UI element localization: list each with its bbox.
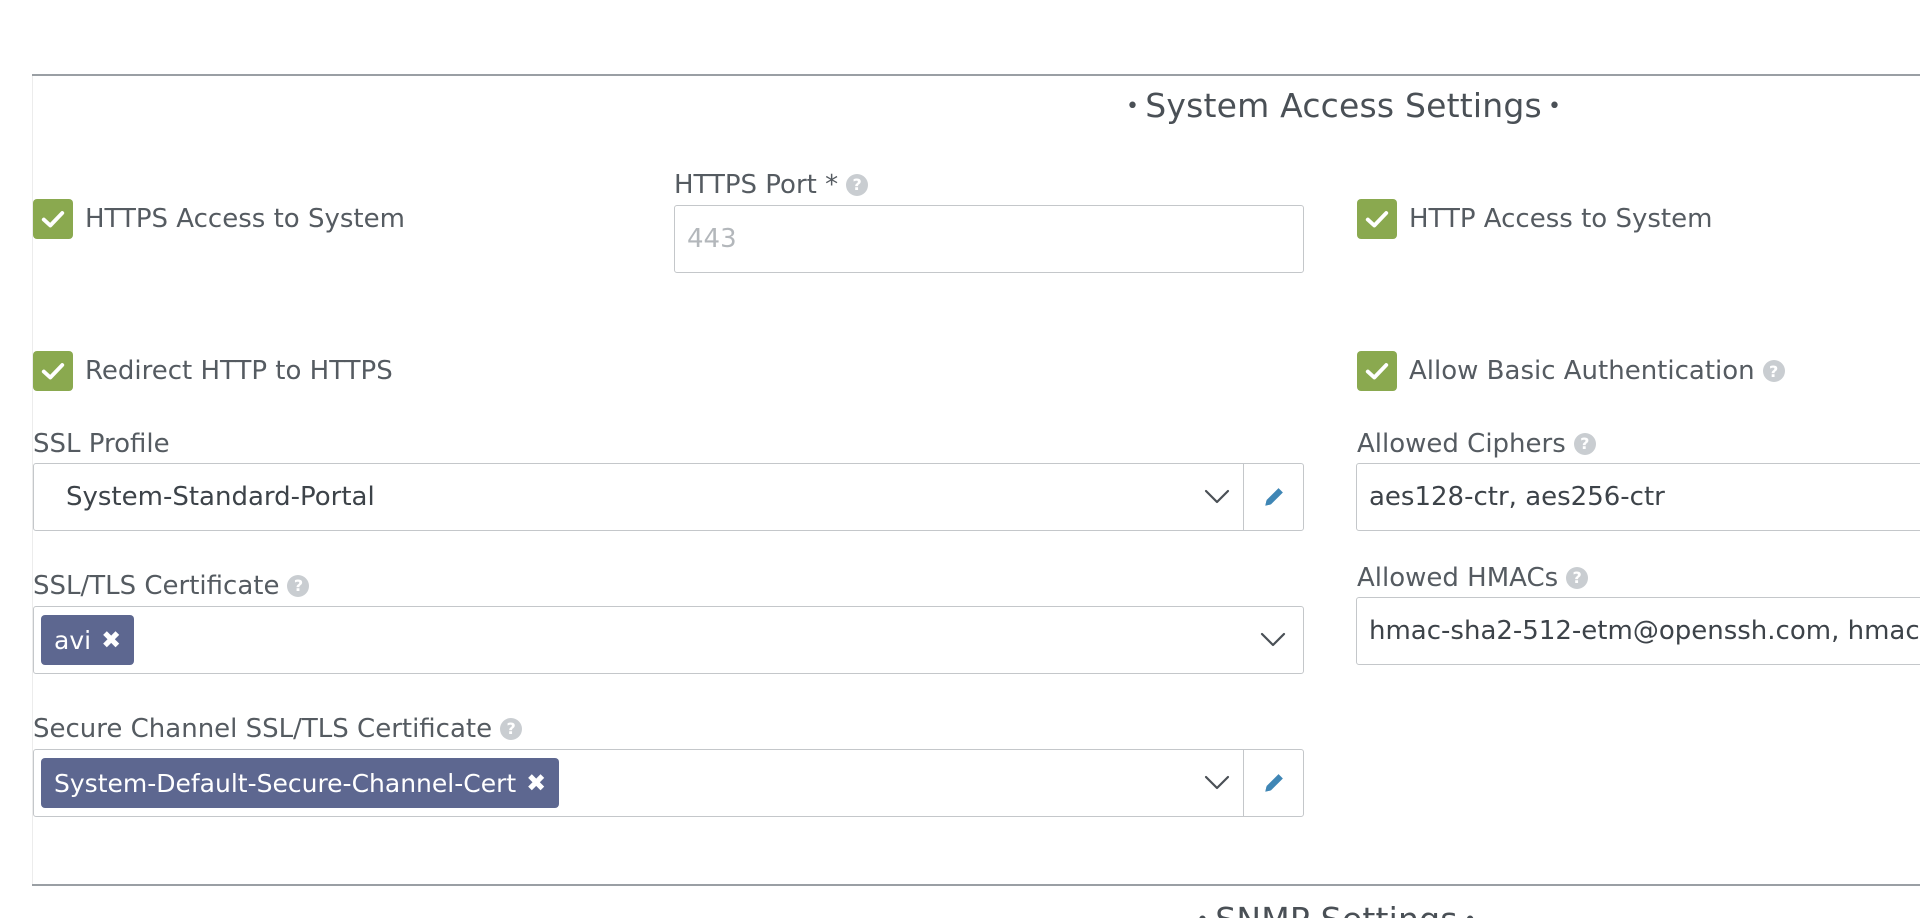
pencil-icon <box>1264 774 1283 792</box>
allowed-hmacs-value: hmac-sha2-512-etm@openssh.com, hmac-sha <box>1369 616 1920 646</box>
ssl-cert-label: SSL/TLS Certificate <box>33 571 280 601</box>
title-bullet-left: • <box>1126 94 1140 119</box>
basic-auth-label: Allow Basic Authentication <box>1409 356 1755 386</box>
allowed-hmacs-label: Allowed HMACs <box>1357 563 1559 593</box>
https-port-label: HTTPS Port * <box>674 170 839 200</box>
ssl-profile-edit-button[interactable] <box>1243 464 1303 530</box>
basic-auth-checkbox[interactable] <box>1357 351 1397 391</box>
redirect-http-row: Redirect HTTP to HTTPS <box>33 351 393 391</box>
https-port-label-row: HTTPS Port *? <box>674 170 869 200</box>
check-icon <box>1365 363 1389 380</box>
https-port-input[interactable]: 443 <box>674 205 1304 273</box>
secure-channel-cert-label-row: Secure Channel SSL/TLS Certificate? <box>33 714 523 744</box>
chevron-down-icon[interactable] <box>1243 607 1303 673</box>
remove-chip-icon[interactable]: ✖ <box>526 769 546 797</box>
secure-channel-cert-label: Secure Channel SSL/TLS Certificate <box>33 714 493 744</box>
http-access-label: HTTP Access to System <box>1409 204 1713 234</box>
check-icon <box>1365 211 1389 228</box>
ssl-cert-select[interactable]: avi ✖ <box>33 606 1304 674</box>
redirect-http-label: Redirect HTTP to HTTPS <box>85 356 393 386</box>
https-access-checkbox[interactable] <box>33 199 73 239</box>
allowed-ciphers-label: Allowed Ciphers <box>1357 429 1566 459</box>
section-title-text: System Access Settings <box>1145 86 1542 125</box>
selected-secure-cert-chip[interactable]: System-Default-Secure-Channel-Cert ✖ <box>41 758 560 808</box>
next-section-title: • SNMP Settings • <box>1190 900 1483 918</box>
chevron-down-icon[interactable] <box>1191 464 1243 530</box>
allowed-ciphers-value: aes128-ctr, aes256-ctr <box>1369 482 1665 512</box>
http-access-row: HTTP Access to System <box>1357 199 1712 239</box>
help-icon[interactable]: ? <box>846 173 869 196</box>
title-bullet-right: • <box>1464 908 1477 918</box>
section-divider-bottom <box>32 884 1920 886</box>
check-icon <box>41 363 65 380</box>
pencil-icon <box>1264 488 1283 506</box>
remove-chip-icon[interactable]: ✖ <box>101 626 121 654</box>
section-divider-top <box>32 74 1920 76</box>
title-bullet-right: • <box>1547 94 1562 119</box>
next-section-title-text: SNMP Settings <box>1215 900 1457 918</box>
basic-auth-row: Allow Basic Authentication? <box>1357 351 1785 391</box>
allowed-ciphers-input[interactable]: aes128-ctr, aes256-ctr <box>1356 463 1920 531</box>
selected-cert-chip[interactable]: avi ✖ <box>41 615 135 665</box>
help-icon[interactable]: ? <box>1762 360 1785 382</box>
chevron-down-icon[interactable] <box>1191 750 1243 816</box>
secure-channel-cert-select[interactable]: System-Default-Secure-Channel-Cert ✖ <box>33 749 1304 817</box>
title-bullet-left: • <box>1196 908 1209 918</box>
allowed-hmacs-input[interactable]: hmac-sha2-512-etm@openssh.com, hmac-sha <box>1356 597 1920 665</box>
help-icon[interactable]: ? <box>287 574 310 597</box>
allowed-hmacs-label-row: Allowed HMACs? <box>1357 563 1589 593</box>
selected-secure-cert-chip-label: System-Default-Secure-Channel-Cert <box>54 768 517 798</box>
ssl-profile-select[interactable]: System-Standard-Portal <box>33 463 1304 531</box>
section-title: • System Access Settings • <box>1120 86 1567 125</box>
https-access-label: HTTPS Access to System <box>85 204 405 234</box>
ssl-profile-label: SSL Profile <box>33 429 170 459</box>
help-icon[interactable]: ? <box>1566 566 1589 589</box>
ssl-cert-label-row: SSL/TLS Certificate? <box>33 571 310 601</box>
help-icon[interactable]: ? <box>1573 432 1596 455</box>
redirect-http-checkbox[interactable] <box>33 351 73 391</box>
check-icon <box>41 211 65 228</box>
ssl-profile-value: System-Standard-Portal <box>66 482 375 512</box>
selected-cert-chip-label: avi <box>54 625 92 655</box>
http-access-checkbox[interactable] <box>1357 199 1397 239</box>
help-icon[interactable]: ? <box>500 717 523 740</box>
https-port-placeholder: 443 <box>687 224 737 254</box>
secure-channel-cert-edit-button[interactable] <box>1243 750 1303 816</box>
https-access-row: HTTPS Access to System <box>33 199 405 239</box>
settings-page: • System Access Settings • HTTPS Access to… <box>0 0 1920 918</box>
allowed-ciphers-label-row: Allowed Ciphers? <box>1357 429 1596 459</box>
